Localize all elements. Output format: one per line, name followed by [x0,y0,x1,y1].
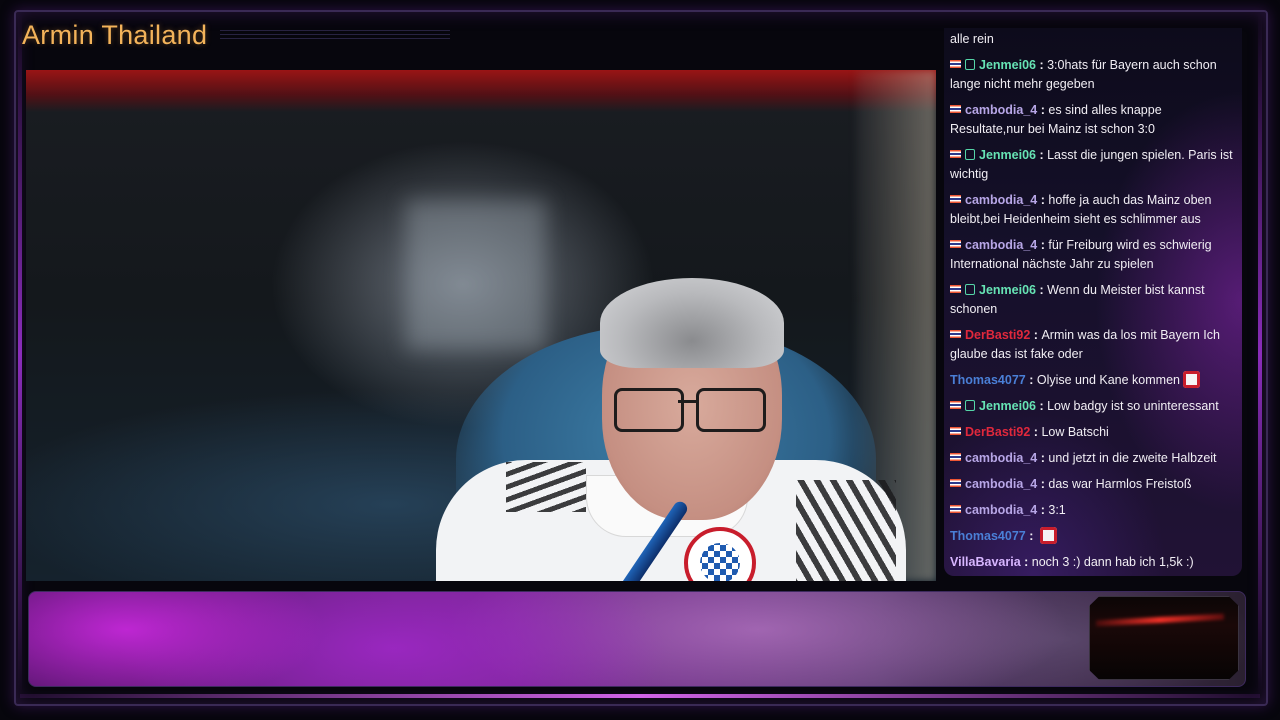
chat-username[interactable]: cambodia_4 [965,477,1037,491]
chat-username[interactable]: cambodia_4 [965,451,1037,465]
chat-message: Jenmei06 : 3:0hats für Bayern auch schon… [944,54,1242,99]
chat-panel[interactable]: alle rein Jenmei06 : 3:0hats für Bayern a… [944,28,1242,576]
chat-separator: : [1025,529,1037,543]
chat-text: Low badgy ist so uninteressant [1047,399,1219,413]
chat-message: cambodia_4 : das war Harmlos Freistoß [944,473,1242,499]
chat-username[interactable]: cambodia_4 [965,193,1037,207]
chat-message: Thomas4077 : Olyise und Kane kommen [944,369,1242,395]
chat-separator: : [1035,399,1048,413]
left-lens [614,388,684,432]
chat-message: Jenmei06 : Wenn du Meister bist kannst s… [944,279,1242,324]
chat-username[interactable]: cambodia_4 [965,238,1037,252]
gift-badge-icon [965,284,975,295]
thai-flag-icon [950,427,961,435]
chat-username[interactable]: Jenmei06 [979,58,1036,72]
chat-username[interactable]: Thomas4077 [950,373,1026,387]
chat-separator: : [1037,238,1049,252]
thai-flag-icon [950,240,961,248]
chat-username[interactable]: Jenmei06 [979,283,1036,297]
chat-username[interactable]: cambodia_4 [965,103,1037,117]
glasses [614,388,766,432]
camera-red-light [1095,613,1225,627]
chat-username[interactable]: DerBasti92 [965,328,1030,342]
thai-flag-icon [950,195,961,203]
bayern-emote-icon [1182,371,1200,388]
chat-message: VillaBavaria : noch 3 :) dann hab ich 1,… [944,551,1242,576]
chat-username[interactable]: cambodia_4 [965,503,1037,517]
thai-flag-icon [950,505,961,513]
secondary-camera-preview [1089,596,1239,680]
chat-text: alle rein [950,32,994,46]
person-hair [600,278,784,368]
chat-message-list: alle rein Jenmei06 : 3:0hats für Bayern a… [944,28,1242,576]
glasses-bridge [678,400,696,403]
shirt-stripes-right [796,480,896,581]
shirt-stripes-left [506,462,586,512]
chat-message: cambodia_4 : 3:1 [944,499,1242,525]
gift-badge-icon [965,400,975,411]
background-red-light [26,70,936,112]
bottom-banner [28,591,1246,687]
thai-flag-icon [950,479,961,487]
right-lens [696,388,766,432]
chat-text: noch 3 :) dann hab ich 1,5k :) [1031,555,1194,569]
chat-text: Low Batschi [1041,425,1109,439]
crest-diamonds [700,543,740,581]
chat-username[interactable]: VillaBavaria [950,555,1021,569]
gift-badge-icon [965,149,975,160]
chat-text: das war Harmlos Freistoß [1048,477,1192,491]
thai-flag-icon [950,285,961,293]
chat-text: Olyise und Kane kommen [1036,373,1180,387]
webcam-video[interactable]: iland [26,70,936,581]
chat-username[interactable]: Jenmei06 [979,399,1036,413]
chat-username[interactable]: Thomas4077 [950,529,1026,543]
bottom-frame-glow [20,694,1260,698]
right-frame-glow [1258,14,1262,694]
chat-separator: : [1020,555,1032,569]
thai-flag-icon [950,453,961,461]
chat-message: Jenmei06 : Low badgy ist so uninteressan… [944,395,1242,421]
chat-username[interactable]: Jenmei06 [979,148,1036,162]
chat-text: 3:1 [1048,503,1066,517]
chat-message: cambodia_4 : es sind alles knappe Result… [944,99,1242,144]
chat-message: Thomas4077 : [944,525,1242,551]
chat-separator: : [1030,328,1042,342]
chat-text: und jetzt in die zweite Halbzeit [1048,451,1217,465]
chat-message: DerBasti92 : Low Batschi [944,421,1242,447]
chat-separator: : [1035,58,1048,72]
background-wall [406,200,546,350]
thai-flag-icon [950,150,961,158]
chat-message: Jenmei06 : Lasst die jungen spielen. Par… [944,144,1242,189]
chat-message: cambodia_4 : hoffe ja auch das Mainz obe… [944,189,1242,234]
title-decoration [220,30,450,42]
thai-flag-icon [950,330,961,338]
chat-separator: : [1037,103,1049,117]
chat-message: cambodia_4 : für Freiburg wird es schwie… [944,234,1242,279]
thai-flag-icon [950,401,961,409]
chat-separator: : [1035,283,1048,297]
chat-separator: : [1037,503,1049,517]
chat-message: DerBasti92 : Armin was da los mit Bayern… [944,324,1242,369]
chat-separator: : [1030,425,1042,439]
chat-message: cambodia_4 : und jetzt in die zweite Hal… [944,447,1242,473]
stream-title: Armin Thailand [22,20,208,50]
chat-separator: : [1035,148,1048,162]
left-frame-glow [18,14,22,694]
chat-separator: : [1025,373,1037,387]
bayern-emote-icon [1039,527,1057,544]
chat-separator: : [1037,451,1049,465]
thai-flag-icon [950,60,961,68]
chat-separator: : [1037,477,1049,491]
chat-message: alle rein [944,28,1242,54]
chat-separator: : [1037,193,1049,207]
gift-badge-icon [965,59,975,70]
thai-flag-icon [950,105,961,113]
chat-username[interactable]: DerBasti92 [965,425,1030,439]
